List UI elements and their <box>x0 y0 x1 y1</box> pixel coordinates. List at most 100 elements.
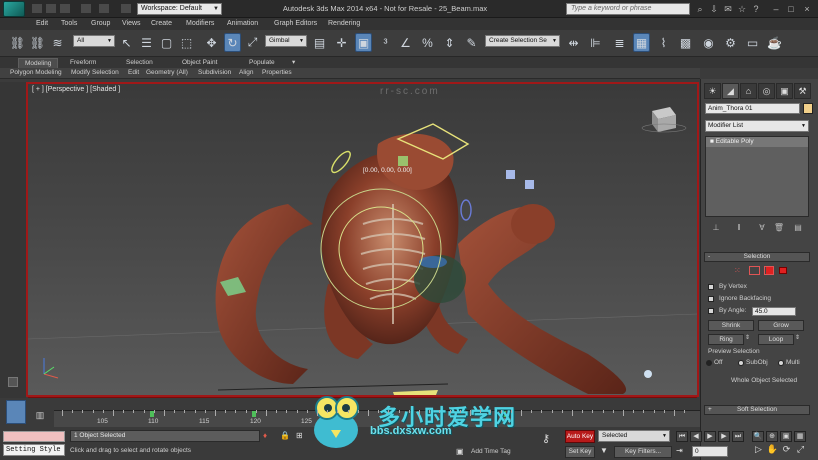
menu-modifiers[interactable]: Modifiers <box>186 20 214 27</box>
ribbon-tab-selection[interactable]: Selection <box>120 58 159 68</box>
reference-coordinate-dropdown[interactable]: Gimbal ▼ <box>265 35 307 47</box>
manipulate-icon[interactable]: ✛ <box>333 33 350 52</box>
polygon-mode-icon[interactable] <box>766 267 773 274</box>
app-logo-icon[interactable] <box>3 1 25 17</box>
key-filter-icon[interactable]: ▼ <box>600 446 612 458</box>
ignore-backfacing-checkbox[interactable] <box>708 296 714 302</box>
window-crossing-icon[interactable]: ⬚ <box>178 33 195 52</box>
loop-button[interactable]: Loop <box>758 334 794 345</box>
project-folder-icon[interactable] <box>120 3 132 14</box>
preview-subobj-radio[interactable] <box>738 360 744 366</box>
curve-editor-icon[interactable]: ⌇ <box>655 33 672 52</box>
redo-icon[interactable] <box>98 3 110 14</box>
zoom-extents-icon[interactable]: ▣ <box>780 431 792 442</box>
ribbon-options-icon[interactable]: ▾ <box>292 58 295 68</box>
percent-snap-icon[interactable]: % <box>419 33 436 52</box>
key-selection-dropdown[interactable]: Selected ▼ <box>598 430 670 442</box>
configure-modifier-sets-icon[interactable]: ▤ <box>792 223 804 233</box>
align-icon[interactable]: ⊫ <box>587 33 604 52</box>
object-name-field[interactable]: Anim_Thora 01 <box>705 103 800 114</box>
ribbon-panel-properties[interactable]: Properties <box>262 69 292 76</box>
element-mode-icon[interactable] <box>779 267 787 274</box>
vertex-mode-icon[interactable]: ⁙ <box>734 266 745 275</box>
set-key-button[interactable]: Set Key <box>565 446 595 458</box>
by-angle-input[interactable]: 45.0 <box>752 307 796 316</box>
display-tab-icon[interactable]: ▣ <box>776 83 793 99</box>
select-by-name-icon[interactable]: ☰ <box>138 33 155 52</box>
grow-button[interactable]: Grow <box>758 320 804 331</box>
previous-frame-icon[interactable]: ◀ <box>690 431 702 442</box>
remove-modifier-icon[interactable]: 🗑 <box>773 223 785 233</box>
open-file-icon[interactable] <box>45 3 57 14</box>
zoom-icon[interactable]: 🔍 <box>752 431 764 442</box>
modifier-list-dropdown[interactable]: Modifier List ▼ <box>705 120 809 132</box>
ribbon-tab-populate[interactable]: Populate <box>243 58 281 68</box>
mini-listener-icon[interactable] <box>6 400 26 424</box>
ribbon-panel-polygon-modeling[interactable]: Polygon Modeling <box>10 69 62 76</box>
yellow-bottom-shape[interactable] <box>393 390 438 395</box>
menu-animation[interactable]: Animation <box>227 20 258 27</box>
by-angle-checkbox[interactable] <box>708 308 714 314</box>
preview-off-radio[interactable] <box>706 360 712 366</box>
help-icon[interactable]: ? <box>750 3 762 15</box>
bind-space-warp-icon[interactable]: ≋ <box>49 33 66 52</box>
loop-spinner-icon[interactable]: ⇕ <box>795 334 803 345</box>
control-ring-right[interactable] <box>460 199 472 221</box>
workspace-dropdown[interactable]: Workspace: Default ▼ <box>137 3 222 15</box>
perspective-viewport[interactable] <box>28 84 697 395</box>
schematic-view-icon[interactable]: ▩ <box>677 33 694 52</box>
mirror-icon[interactable]: ⇹ <box>565 33 582 52</box>
named-selection-dropdown[interactable]: Create Selection Se ▼ <box>485 35 560 47</box>
time-tag-icon[interactable]: ▣ <box>456 447 466 457</box>
menu-views[interactable]: Views <box>122 20 141 27</box>
shrink-button[interactable]: Shrink <box>708 320 754 331</box>
by-vertex-checkbox[interactable] <box>708 284 714 290</box>
selection-rollout-header[interactable]: - Selection <box>704 252 810 262</box>
add-time-tag-label[interactable]: Add Time Tag <box>471 448 511 455</box>
render-setup-icon[interactable]: ⚙ <box>722 33 739 52</box>
ribbon-panel-edit[interactable]: Edit <box>128 69 139 76</box>
set-key-icon[interactable]: ⚷ <box>542 432 560 446</box>
zoom-all-icon[interactable]: ⊕ <box>766 431 778 442</box>
edit-named-selection-icon[interactable]: ✎ <box>463 33 480 52</box>
auto-key-button[interactable]: Auto Key <box>565 430 595 443</box>
menu-rendering[interactable]: Rendering <box>328 20 360 27</box>
blue-helper-1[interactable] <box>506 170 515 179</box>
light-helper[interactable] <box>644 370 652 378</box>
select-and-rotate-icon[interactable]: ↻ <box>224 33 241 52</box>
favorites-icon[interactable]: ☆ <box>736 3 748 15</box>
field-of-view-icon[interactable]: ▷ <box>752 444 765 457</box>
ribbon-panel-modify-selection[interactable]: Modify Selection <box>71 69 119 76</box>
angle-snap-icon[interactable]: ∠ <box>397 33 414 52</box>
pin-stack-icon[interactable]: ⊥ <box>710 223 722 233</box>
blue-helper-2[interactable] <box>525 180 534 189</box>
select-and-scale-icon[interactable]: ⤢ <box>244 33 261 52</box>
key-mode-icon[interactable]: ⇥ <box>676 446 688 457</box>
show-end-result-icon[interactable]: ‖ <box>733 223 745 233</box>
snaps-toggle-icon[interactable]: ³ <box>377 33 394 52</box>
isolate-toggle-icon[interactable]: ♦ <box>263 431 271 441</box>
orbit-icon[interactable]: ⟳ <box>780 444 793 457</box>
selection-lock-icon[interactable]: 🔒 <box>280 431 290 441</box>
hierarchy-tab-icon[interactable]: ⌂ <box>740 83 757 99</box>
ribbon-tab-modeling[interactable]: Modeling <box>18 58 59 68</box>
object-color-swatch[interactable] <box>803 103 813 114</box>
rendered-frame-window-icon[interactable]: ▭ <box>744 33 761 52</box>
soft-selection-rollout-header[interactable]: + Soft Selection <box>704 405 810 415</box>
material-editor-icon[interactable]: ◉ <box>700 33 717 52</box>
pivot-center-icon[interactable]: ▤ <box>311 33 328 52</box>
view-cube-icon[interactable] <box>641 107 687 133</box>
make-unique-icon[interactable]: ∀ <box>756 223 768 233</box>
new-file-icon[interactable] <box>31 3 43 14</box>
viewport-layout-icon[interactable] <box>8 377 18 387</box>
play-icon[interactable]: ▶ <box>704 431 716 442</box>
ribbon-panel-subdivision[interactable]: Subdivision <box>198 69 231 76</box>
save-file-icon[interactable] <box>59 3 71 14</box>
pan-view-icon[interactable]: ✋ <box>766 444 779 457</box>
graphite-modeling-tools-icon[interactable]: ▦ <box>633 33 650 52</box>
menu-create[interactable]: Create <box>151 20 172 27</box>
preview-multi-radio[interactable] <box>778 360 784 366</box>
unlink-icon[interactable]: ⛓ <box>29 33 46 52</box>
maximize-viewport-icon[interactable]: ⤢ <box>794 444 807 457</box>
edge-mode-icon[interactable] <box>749 266 760 275</box>
